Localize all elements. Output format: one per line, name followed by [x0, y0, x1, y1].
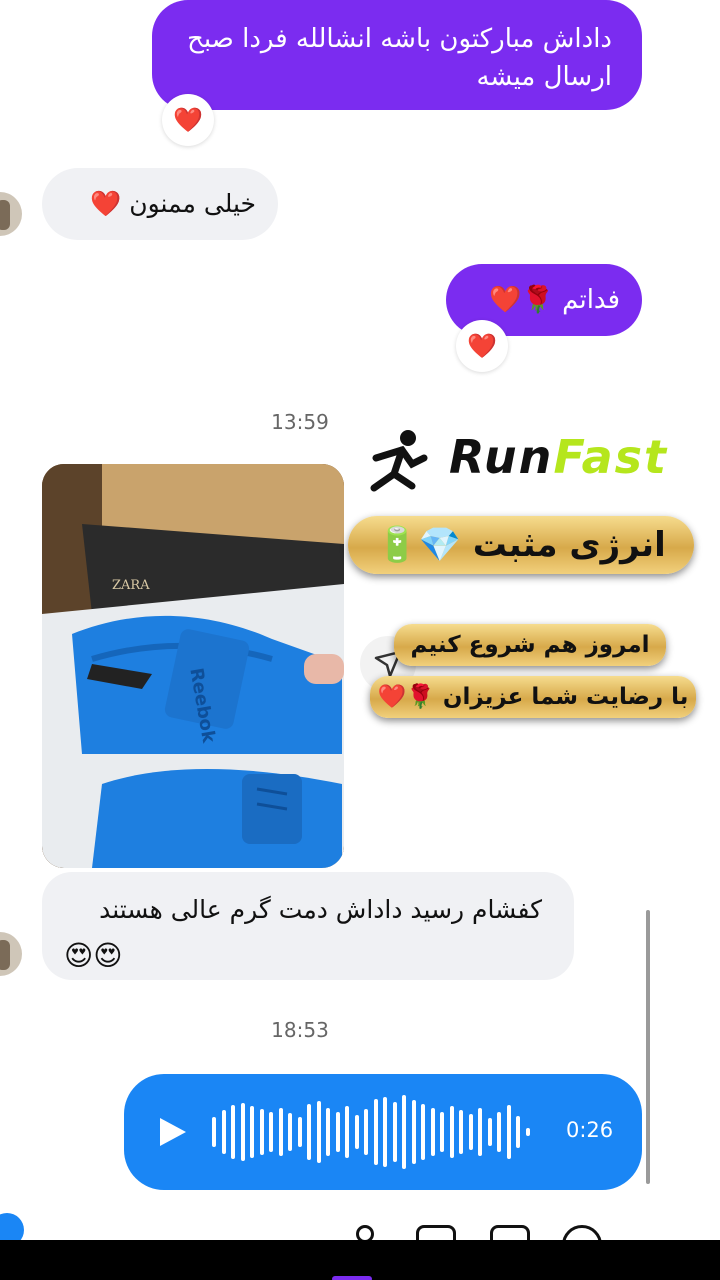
rose-heart-icon: 🌹❤️ — [377, 684, 435, 710]
waveform-bar — [383, 1097, 387, 1167]
scrollbar[interactable] — [646, 910, 650, 1184]
waveform-bar — [459, 1110, 463, 1154]
runfast-logo: RunFast — [368, 428, 668, 504]
waveform-bar — [373, 1099, 378, 1165]
message-text: ارسال میشه — [476, 62, 612, 92]
avatar[interactable] — [0, 192, 22, 236]
waveform-bar — [516, 1116, 520, 1148]
reaction-heart[interactable]: ❤️ — [162, 94, 214, 146]
waveform-bar — [259, 1109, 264, 1155]
waveform-bar — [212, 1117, 216, 1147]
waveform-bar — [297, 1117, 302, 1147]
promo-text: انرژی مثبت — [472, 525, 666, 565]
waveform-bar — [468, 1114, 473, 1150]
waveform-bar — [288, 1113, 292, 1151]
voice-message[interactable]: 0:26 — [124, 1074, 642, 1190]
shared-photo[interactable]: ZARA Reebok — [42, 464, 344, 868]
waveform-bar — [506, 1105, 511, 1159]
gem-battery-icon: 💎🔋 — [376, 525, 461, 565]
rose-heart-emoji: 🌹❤️ — [489, 285, 554, 315]
waveform-bar — [221, 1110, 226, 1154]
waveform-bar — [392, 1102, 397, 1162]
waveform-bar — [269, 1112, 273, 1152]
shoe-box-image: ZARA Reebok — [42, 464, 344, 868]
waveform-bar — [487, 1118, 492, 1146]
waveform-bar — [250, 1106, 254, 1158]
heart-eyes-emoji: 😍😍 — [64, 939, 123, 972]
incoming-message[interactable]: خیلی ممنون ❤️ — [42, 168, 278, 240]
waveform-bar — [240, 1103, 245, 1161]
outgoing-message[interactable]: داداش مبارکتون باشه انشالله فردا صبح ارس… — [152, 0, 642, 110]
waveform-bar — [316, 1101, 321, 1163]
brand-run: Run — [449, 430, 554, 484]
message-text: داداش مبارکتون باشه انشالله فردا صبح — [187, 24, 612, 54]
waveform-bar — [421, 1104, 425, 1160]
keyboard-handle[interactable] — [332, 1276, 372, 1280]
promo-pill: با رضایت شما عزیزان 🌹❤️ — [370, 676, 696, 718]
reaction-heart[interactable]: ❤️ — [456, 320, 508, 372]
waveform-bar — [335, 1112, 340, 1152]
waveform-bar — [354, 1115, 359, 1149]
play-icon[interactable] — [152, 1112, 192, 1152]
brand-fast: Fast — [553, 430, 668, 484]
brand-name: RunFast — [449, 430, 668, 484]
waveform-bar — [307, 1104, 311, 1160]
waveform-bar — [478, 1108, 482, 1156]
message-text: فداتم — [562, 285, 620, 315]
runner-icon — [370, 430, 428, 492]
composer-bar — [0, 1205, 720, 1265]
heart-icon: ❤️ — [467, 332, 497, 360]
system-nav-bar — [0, 1240, 720, 1280]
waveform-bar — [364, 1109, 368, 1155]
voice-duration: 0:26 — [566, 1118, 614, 1142]
promo-text: امروز هم شروع کنیم — [410, 632, 650, 658]
waveform-bar — [411, 1100, 416, 1164]
waveform-bar — [345, 1106, 349, 1158]
waveform[interactable] — [212, 1088, 542, 1176]
waveform-bar — [525, 1128, 530, 1136]
waveform-bar — [430, 1108, 435, 1156]
incoming-message[interactable]: کفشام رسید داداش دمت گرم عالی هستند 😍😍 — [42, 872, 574, 980]
timestamp: 18:53 — [271, 1018, 329, 1042]
waveform-bar — [497, 1112, 501, 1152]
box-label: ZARA — [112, 578, 150, 593]
heart-icon: ❤️ — [173, 106, 203, 134]
message-text: خیلی ممنون — [129, 189, 256, 218]
promo-pill: امروز هم شروع کنیم — [394, 624, 666, 666]
waveform-bar — [449, 1106, 454, 1158]
waveform-bar — [278, 1108, 283, 1156]
waveform-bar — [231, 1105, 235, 1159]
promo-pill: انرژی مثبت 💎🔋 — [348, 516, 694, 574]
waveform-bar — [440, 1112, 444, 1152]
waveform-bar — [326, 1108, 330, 1156]
promo-text: با رضایت شما عزیزان — [442, 684, 689, 710]
message-text: کفشام رسید داداش دمت گرم عالی هستند — [99, 895, 542, 924]
avatar[interactable] — [0, 932, 22, 976]
heart-emoji: ❤️ — [90, 189, 122, 218]
waveform-bar — [402, 1095, 406, 1169]
